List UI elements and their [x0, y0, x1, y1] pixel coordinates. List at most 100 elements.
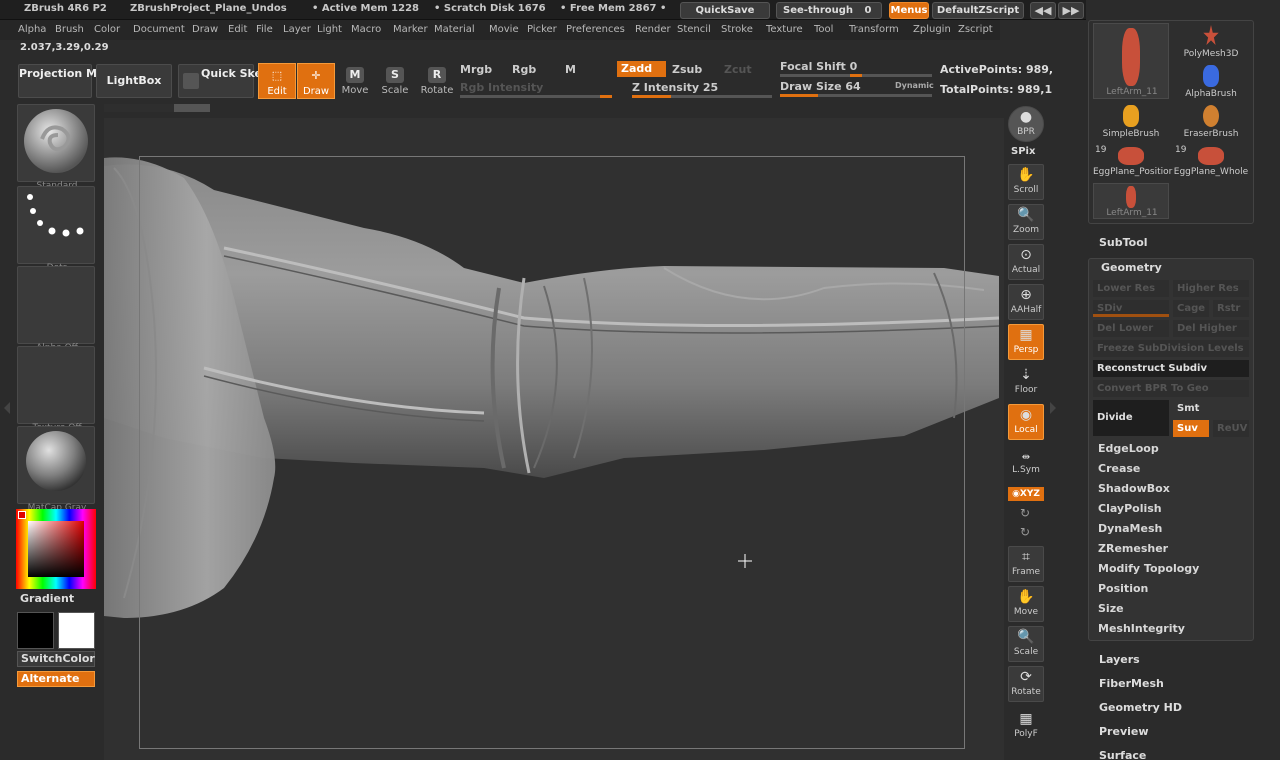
menu-tool[interactable]: Tool [814, 24, 833, 35]
tool-thumb-eggplane-position[interactable]: EggPlane_Positior [1093, 147, 1172, 187]
rotate-button[interactable]: R Rotate [418, 63, 456, 99]
default-zscript-button[interactable]: DefaultZScript [932, 2, 1024, 19]
see-through-slider[interactable]: See-through 0 [776, 2, 882, 19]
menu-render[interactable]: Render [635, 24, 671, 35]
left-tray-handle-icon[interactable] [4, 402, 10, 414]
edit-button[interactable]: ⬚ Edit [258, 63, 296, 99]
geometry-section[interactable]: Geometry [1101, 261, 1162, 274]
menu-edit[interactable]: Edit [228, 24, 247, 35]
higher-res-button[interactable]: Higher Res [1173, 280, 1249, 297]
tool-thumb-simplebrush[interactable]: SimpleBrush [1093, 105, 1169, 145]
menu-light[interactable]: Light [317, 24, 342, 35]
color-saturation-square[interactable] [28, 521, 84, 577]
z-intensity-slider[interactable]: Z Intensity 25 [632, 81, 718, 94]
switch-color-button[interactable]: SwitchColor [17, 651, 95, 667]
scroll-button[interactable]: ✋ Scroll [1008, 164, 1044, 200]
cage-button[interactable]: Cage [1173, 300, 1209, 317]
divide-button[interactable]: Divide [1093, 400, 1169, 436]
menu-zscript[interactable]: Zscript [958, 24, 993, 35]
convert-bpr-button[interactable]: Convert BPR To Geo [1093, 380, 1249, 397]
spix-slider[interactable]: SPix [1011, 146, 1035, 157]
lsym-button[interactable]: ⇹ L.Sym [1008, 450, 1044, 478]
right-tray-handle-icon[interactable] [1050, 402, 1056, 414]
geometry-hd-section[interactable]: Geometry HD [1099, 701, 1182, 714]
canvas-scrollbar[interactable] [104, 104, 210, 112]
menu-macro[interactable]: Macro [351, 24, 381, 35]
tool-thumb-leftarm-current[interactable]: LeftArm_11 [1093, 183, 1169, 219]
menus-button[interactable]: Menus [889, 2, 929, 19]
quick-sketch-button[interactable]: Quick Sketch [178, 64, 282, 98]
material-selector[interactable]: MatCap Gray [17, 426, 95, 513]
dynamic-toggle[interactable]: Dynamic [895, 81, 934, 90]
rotate-y-icon[interactable]: ↻ [1020, 506, 1030, 520]
surface-section[interactable]: Surface [1099, 749, 1146, 760]
actual-button[interactable]: ⊙ Actual [1008, 244, 1044, 280]
focal-shift-slider[interactable]: Focal Shift 0 [780, 60, 857, 73]
mrgb-button[interactable]: Mrgb [460, 63, 492, 76]
freeze-subdivision-button[interactable]: Freeze SubDivision Levels [1093, 340, 1249, 357]
tool-thumb-eggplane-whole[interactable]: EggPlane_Whole [1173, 147, 1249, 187]
dynamesh-section[interactable]: DynaMesh [1098, 522, 1162, 535]
position-section[interactable]: Position [1098, 582, 1148, 595]
zremesher-section[interactable]: ZRemesher [1098, 542, 1168, 555]
lower-res-button[interactable]: Lower Res [1093, 280, 1169, 297]
canvas-scroll-thumb[interactable] [174, 104, 210, 112]
smt-toggle[interactable]: Smt [1173, 400, 1249, 417]
menu-marker[interactable]: Marker [393, 24, 428, 35]
del-lower-button[interactable]: Del Lower [1093, 320, 1169, 337]
tool-thumb-polymesh3d[interactable]: PolyMesh3D [1173, 25, 1249, 65]
zoom-button[interactable]: 🔍 Zoom [1008, 204, 1044, 240]
menu-brush[interactable]: Brush [55, 24, 84, 35]
suv-toggle[interactable]: Suv [1173, 420, 1209, 437]
crease-section[interactable]: Crease [1098, 462, 1140, 475]
menu-color[interactable]: Color [94, 24, 120, 35]
prev-arrows-icon[interactable]: ◀◀ [1030, 2, 1056, 19]
reconstruct-subdiv-button[interactable]: Reconstruct Subdiv [1093, 360, 1249, 377]
quicksave-button[interactable]: QuickSave [680, 2, 770, 19]
reuv-button[interactable]: ReUV [1213, 420, 1249, 437]
m-button[interactable]: M [565, 63, 576, 76]
zsub-button[interactable]: Zsub [672, 63, 702, 76]
menu-picker[interactable]: Picker [527, 24, 557, 35]
rotate-view-button[interactable]: ⟳ Rotate [1008, 666, 1044, 702]
alternate-button[interactable]: Alternate [17, 671, 95, 687]
move-button[interactable]: M Move [336, 63, 374, 99]
main-color-swatch[interactable] [17, 612, 54, 649]
menu-draw[interactable]: Draw [192, 24, 218, 35]
aahalf-button[interactable]: ⊕ AAHalf [1008, 284, 1044, 320]
frame-button[interactable]: ⌗ Frame [1008, 546, 1044, 582]
tool-thumb-leftarm[interactable]: LeftArm_11 [1093, 23, 1169, 99]
zcut-button[interactable]: Zcut [724, 63, 752, 76]
gradient-toggle[interactable]: Gradient [20, 592, 74, 605]
menu-layer[interactable]: Layer [283, 24, 311, 35]
menu-transform[interactable]: Transform [849, 24, 899, 35]
floor-button[interactable]: ⇣ Floor [1008, 364, 1044, 400]
menu-movie[interactable]: Movie [489, 24, 519, 35]
polyf-button[interactable]: ▦ PolyF [1008, 708, 1044, 744]
menu-document[interactable]: Document [133, 24, 185, 35]
meshintegrity-section[interactable]: MeshIntegrity [1098, 622, 1185, 635]
menu-preferences[interactable]: Preferences [566, 24, 625, 35]
rstr-button[interactable]: Rstr [1213, 300, 1249, 317]
menu-alpha[interactable]: Alpha [18, 24, 46, 35]
lightbox-button[interactable]: LightBox [96, 64, 172, 98]
size-section[interactable]: Size [1098, 602, 1124, 615]
tool-thumb-alphabrush[interactable]: AlphaBrush [1173, 65, 1249, 105]
menu-material[interactable]: Material [434, 24, 475, 35]
tool-thumb-eraserbrush[interactable]: EraserBrush [1173, 105, 1249, 145]
preview-section[interactable]: Preview [1099, 725, 1149, 738]
bpr-button[interactable]: ● BPR [1008, 106, 1044, 142]
claypolish-section[interactable]: ClayPolish [1098, 502, 1162, 515]
scale-button[interactable]: S Scale [376, 63, 414, 99]
modify-topology-section[interactable]: Modify Topology [1098, 562, 1199, 575]
del-higher-button[interactable]: Del Higher [1173, 320, 1249, 337]
menu-stroke[interactable]: Stroke [721, 24, 753, 35]
rotate-z-icon[interactable]: ↻ [1020, 525, 1030, 539]
local-button[interactable]: ◉ Local [1008, 404, 1044, 440]
menu-file[interactable]: File [256, 24, 273, 35]
stroke-selector[interactable]: Dots [17, 186, 95, 273]
subtool-section[interactable]: SubTool [1099, 236, 1148, 249]
edgeloop-section[interactable]: EdgeLoop [1098, 442, 1159, 455]
menu-zplugin[interactable]: Zplugin [913, 24, 951, 35]
secondary-color-swatch[interactable] [58, 612, 95, 649]
